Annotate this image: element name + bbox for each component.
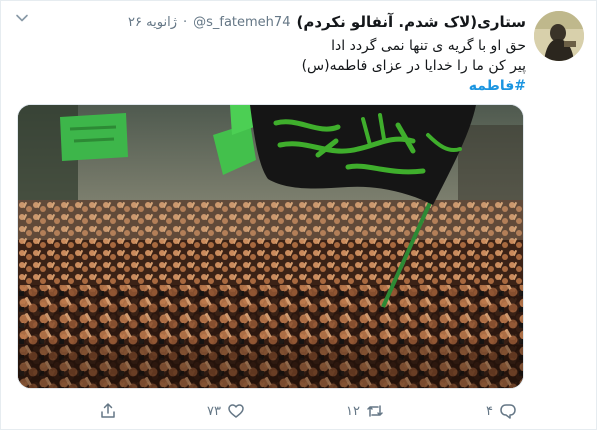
share-icon [101, 403, 115, 418]
tweet-header: ستاری(لاک شدم. آنفالو نکردم) @s_fatemeh7… [128, 11, 526, 33]
author-handle[interactable]: @s_fatemeh74 [193, 15, 290, 30]
like-icon [228, 404, 244, 418]
tweet-media-image[interactable] [17, 104, 524, 389]
retweet-button[interactable]: ۱۲ [346, 399, 384, 423]
tweet-text: حق او با گریه ی تنها نمی گردد ادا پیر کن… [56, 36, 526, 96]
reply-button[interactable]: ۴ [486, 399, 517, 423]
mourning-crowd-photo [18, 105, 523, 388]
tweet-actions: ۷۳ ۱۲ ۴ [1, 399, 597, 423]
avatar-image [534, 11, 584, 61]
retweet-count: ۱۲ [346, 403, 360, 419]
tweet-text-line-2: پیر کن ما را خدایا در عزای فاطمه(س) [301, 58, 526, 74]
separator-dot: · [182, 14, 188, 30]
retweet-icon [367, 405, 383, 417]
reply-count: ۴ [486, 403, 493, 419]
tweet-date[interactable]: ۲۶ ژانویه [128, 15, 177, 30]
chevron-down-icon [16, 14, 28, 22]
tweet-menu-button[interactable] [11, 7, 33, 29]
reply-icon [500, 404, 516, 419]
tweet-text-line-1: حق او با گریه ی تنها نمی گردد ادا [331, 38, 526, 54]
hashtag-link[interactable]: #فاطمه [469, 78, 526, 94]
avatar[interactable] [534, 11, 584, 61]
share-button[interactable] [99, 399, 117, 423]
tweet-card[interactable]: ستاری(لاک شدم. آنفالو نکردم) @s_fatemeh7… [0, 0, 597, 430]
like-button[interactable]: ۷۳ [207, 399, 245, 423]
like-count: ۷۳ [207, 403, 221, 419]
author-name[interactable]: ستاری(لاک شدم. آنفالو نکردم) [296, 13, 526, 31]
green-banner-left [60, 113, 128, 161]
